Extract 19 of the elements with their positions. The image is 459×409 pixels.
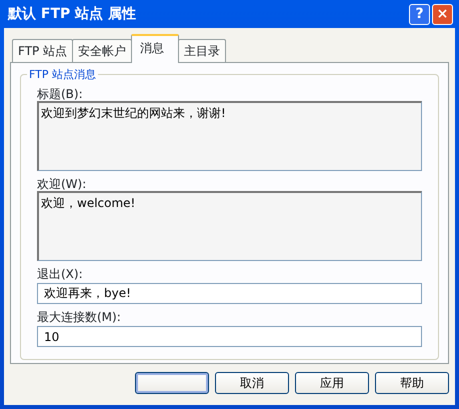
tab[interactable]: FTP 站点	[12, 39, 74, 62]
text-field[interactable]: 欢迎到梦幻末世纪的网站来，谢谢!	[37, 101, 422, 171]
help-button[interactable]: ?	[409, 4, 430, 24]
dialog-button[interactable]: 取消	[215, 372, 289, 394]
field-label: 欢迎(W):	[37, 177, 88, 191]
dialog-button[interactable]: 应用	[295, 372, 369, 394]
dialog-button[interactable]: 帮助	[375, 372, 449, 394]
window-title: 默认 FTP 站点 属性	[8, 4, 137, 24]
text-field[interactable]: 10	[37, 326, 422, 347]
tab[interactable]: 消息	[131, 34, 180, 63]
field-label: 标题(B):	[37, 87, 84, 101]
close-button[interactable]: ×	[432, 4, 453, 24]
field-label: 最大连接数(M):	[37, 310, 122, 324]
dialog-button[interactable]	[135, 372, 209, 394]
text-field[interactable]: 欢迎，welcome!	[37, 191, 422, 261]
tab[interactable]: 主目录	[178, 39, 226, 62]
tab[interactable]: 安全帐户	[72, 39, 132, 62]
text-field[interactable]: 欢迎再来，bye!	[37, 283, 422, 304]
field-label: 退出(X):	[37, 267, 84, 281]
